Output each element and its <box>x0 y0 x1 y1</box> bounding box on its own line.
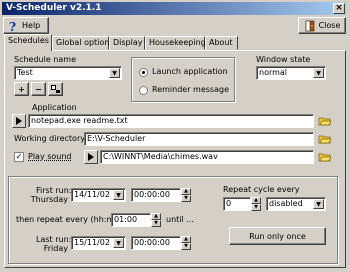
repeat-every-field[interactable]: 01:00 <box>111 213 151 227</box>
sound-file-field[interactable]: C:\WINNT\Media\chimes.wav <box>100 150 314 164</box>
titlebar-close-button[interactable]: × <box>333 3 345 14</box>
repeat-cycle-label: Repeat cycle every <box>223 185 300 194</box>
title-bar: V-Scheduler v2.1.1 × <box>2 2 346 15</box>
test-schedule-button[interactable] <box>48 82 63 96</box>
repeat-every-value: 01:00 <box>114 215 138 224</box>
folder-open-icon <box>318 135 332 144</box>
application-field[interactable]: notepad.exe readme.txt <box>28 114 314 128</box>
play-sound-checkbox[interactable]: ✓ <box>14 152 24 162</box>
last-run-time-value: 00:00:00 <box>134 238 170 247</box>
repeat-cycle-unit-combo[interactable]: disabled ▼ <box>266 197 326 211</box>
window-state-combo[interactable]: normal ▼ <box>256 66 326 80</box>
close-button-label: Close <box>318 21 341 30</box>
svg-text:?: ? <box>9 20 16 32</box>
reminder-message-radio[interactable] <box>139 86 148 95</box>
chevron-down-icon[interactable]: ▼ <box>113 190 124 200</box>
play-icon <box>88 153 94 161</box>
help-button[interactable]: ? Help <box>3 17 49 34</box>
run-application-button[interactable] <box>12 114 26 128</box>
chevron-down-icon[interactable]: ▼ <box>313 68 324 78</box>
last-run-label: Last run: <box>36 235 72 244</box>
close-door-icon <box>305 20 314 31</box>
first-run-day: Thursday <box>30 195 68 204</box>
window-state-value: normal <box>259 68 288 77</box>
browse-sound-button[interactable] <box>318 150 332 164</box>
folder-open-icon <box>318 117 332 126</box>
chevron-down-icon[interactable]: ▼ <box>109 68 120 78</box>
remove-schedule-button[interactable]: − <box>31 82 46 96</box>
repeat-cycle-value: 0 <box>226 199 232 208</box>
reminder-message-label: Reminder message <box>152 85 229 94</box>
repeat-every-spinner[interactable]: ▲ ▼ <box>151 213 161 227</box>
window-title: V-Scheduler v2.1.1 <box>6 3 102 13</box>
close-button[interactable]: Close <box>298 17 346 34</box>
first-run-time-value: 00:00:00 <box>134 190 170 199</box>
action-group <box>131 57 235 102</box>
last-run-time-spinner[interactable]: ▲ ▼ <box>181 236 191 250</box>
first-run-label: First run: <box>36 186 72 195</box>
working-directory-field[interactable]: E:\V-Scheduler <box>84 132 314 146</box>
play-icon <box>16 117 22 125</box>
app-window: V-Scheduler v2.1.1 × ? Help Close Schedu… <box>0 0 350 272</box>
launch-application-label: Launch application <box>152 67 228 76</box>
tab-housekeeping[interactable]: Housekeeping <box>145 36 206 50</box>
help-button-label: Help <box>22 21 41 30</box>
chevron-down-icon[interactable]: ▼ <box>113 238 124 248</box>
browse-working-directory-button[interactable] <box>318 132 332 146</box>
repeat-every-label: then repeat every (hh:mm) <box>16 215 126 224</box>
help-question-icon: ? <box>9 20 16 32</box>
schedule-name-value: Test <box>17 68 33 77</box>
first-run-time-field[interactable]: 00:00:00 <box>131 188 181 202</box>
play-sound-label: Play sound <box>28 152 72 161</box>
tab-global-options[interactable]: Global options <box>52 36 114 50</box>
play-sound-button[interactable] <box>84 150 98 164</box>
last-run-date-picker[interactable]: 15/11/02 ▼ <box>71 236 126 250</box>
repeat-cycle-unit-value: disabled <box>269 199 303 208</box>
chevron-down-icon[interactable]: ▼ <box>313 199 324 209</box>
application-label: Application <box>32 103 77 112</box>
tab-about[interactable]: About <box>205 36 238 50</box>
repeat-cycle-spinner[interactable]: ▲ ▼ <box>251 197 261 211</box>
first-run-time-spinner[interactable]: ▲ ▼ <box>181 188 191 202</box>
first-run-date-value: 14/11/02 <box>74 190 110 199</box>
schedule-name-label: Schedule name <box>14 55 76 64</box>
last-run-time-field[interactable]: 00:00:00 <box>131 236 181 250</box>
test-run-icon <box>50 85 60 93</box>
repeat-cycle-field[interactable]: 0 <box>223 197 251 211</box>
working-directory-label: Working directory <box>14 134 85 143</box>
last-run-date-value: 15/11/02 <box>74 238 110 247</box>
run-only-once-button[interactable]: Run only once <box>229 227 326 245</box>
add-schedule-button[interactable]: + <box>14 82 29 96</box>
last-run-day: Friday <box>43 244 68 253</box>
folder-open-icon <box>318 153 332 162</box>
first-run-date-picker[interactable]: 14/11/02 ▼ <box>71 188 126 202</box>
window-state-label: Window state <box>256 55 311 64</box>
tab-schedules[interactable]: Schedules <box>4 34 52 51</box>
tab-display[interactable]: Display <box>109 36 145 50</box>
schedule-name-combo[interactable]: Test ▼ <box>14 66 122 80</box>
browse-application-button[interactable] <box>318 114 332 128</box>
launch-application-radio[interactable] <box>139 68 148 77</box>
until-label: until ... <box>166 215 194 224</box>
